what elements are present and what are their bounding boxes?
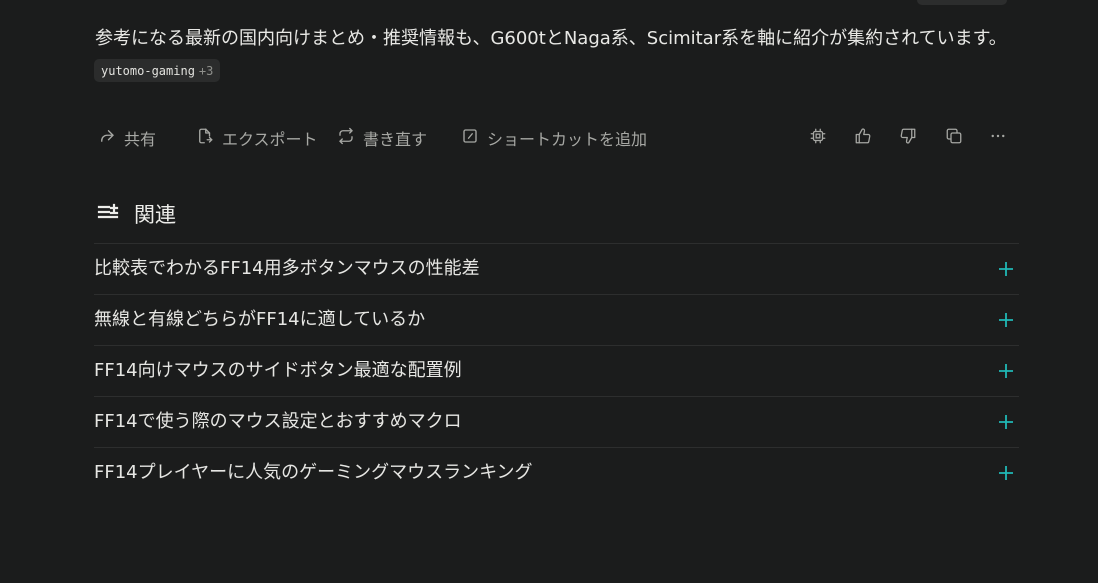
related-section-header: 関連 xyxy=(96,199,176,229)
copy-button[interactable] xyxy=(943,127,965,149)
scrolled-off-chip xyxy=(917,0,1007,5)
export-icon xyxy=(196,127,214,149)
source-more-count: +3 xyxy=(198,63,214,78)
related-item[interactable]: FF14プレイヤーに人気のゲーミングマウスランキング xyxy=(94,447,1019,498)
source-chip[interactable]: yutomo-gaming +3 xyxy=(94,59,221,82)
shortcut-icon xyxy=(461,127,479,149)
export-button[interactable]: エクスポート xyxy=(196,124,318,152)
thumbs-up-button[interactable] xyxy=(852,127,874,149)
rewrite-label: 書き直す xyxy=(363,130,428,149)
related-item-label: 無線と有線どちらがFF14に適しているか xyxy=(94,309,426,330)
rewrite-icon xyxy=(337,127,355,149)
related-item[interactable]: FF14向けマウスのサイドボタン最適な配置例 xyxy=(94,345,1019,396)
plus-icon[interactable] xyxy=(995,462,1017,484)
related-list-icon xyxy=(96,200,120,229)
more-icon xyxy=(989,127,1007,149)
plus-icon[interactable] xyxy=(995,258,1017,280)
related-item-label: 比較表でわかるFF14用多ボタンマウスの性能差 xyxy=(94,258,480,279)
answer-page: 参考になる最新の国内向けまとめ・推奨情報も、G600tとNaga系、Scimit… xyxy=(0,0,1098,583)
related-list: 比較表でわかるFF14用多ボタンマウスの性能差 無線と有線どちらがFF14に適し… xyxy=(94,243,1019,498)
answer-paragraph: 参考になる最新の国内向けまとめ・推奨情報も、G600tとNaga系、Scimit… xyxy=(95,28,1007,49)
answer-action-bar: 共有 エクスポート 書き直す ショートカットを追加 xyxy=(94,124,1014,152)
related-item[interactable]: 無線と有線どちらがFF14に適しているか xyxy=(94,294,1019,345)
thumbs-down-button[interactable] xyxy=(897,127,919,149)
rewrite-button[interactable]: 書き直す xyxy=(337,124,427,152)
share-button[interactable]: 共有 xyxy=(98,124,156,152)
export-label: エクスポート xyxy=(222,130,318,149)
related-item-label: FF14で使う際のマウス設定とおすすめマクロ xyxy=(94,411,462,432)
model-chip-button[interactable] xyxy=(807,127,829,149)
source-name: yutomo-gaming xyxy=(101,63,195,78)
related-item[interactable]: FF14で使う際のマウス設定とおすすめマクロ xyxy=(94,396,1019,447)
thumbs-down-icon xyxy=(899,127,917,149)
chip-icon xyxy=(809,127,827,149)
shortcut-label: ショートカットを追加 xyxy=(487,130,648,149)
thumbs-up-icon xyxy=(854,127,872,149)
plus-icon[interactable] xyxy=(995,309,1017,331)
related-item-label: FF14プレイヤーに人気のゲーミングマウスランキング xyxy=(94,462,533,483)
more-options-button[interactable] xyxy=(987,127,1009,149)
add-shortcut-button[interactable]: ショートカットを追加 xyxy=(461,124,647,152)
related-item-label: FF14向けマウスのサイドボタン最適な配置例 xyxy=(94,360,462,381)
plus-icon[interactable] xyxy=(995,360,1017,382)
related-title: 関連 xyxy=(134,203,176,227)
related-item[interactable]: 比較表でわかるFF14用多ボタンマウスの性能差 xyxy=(94,243,1019,294)
share-icon xyxy=(98,127,116,149)
scrolled-off-text xyxy=(95,0,1007,6)
copy-icon xyxy=(945,127,963,149)
plus-icon[interactable] xyxy=(995,411,1017,433)
share-label: 共有 xyxy=(124,130,157,149)
